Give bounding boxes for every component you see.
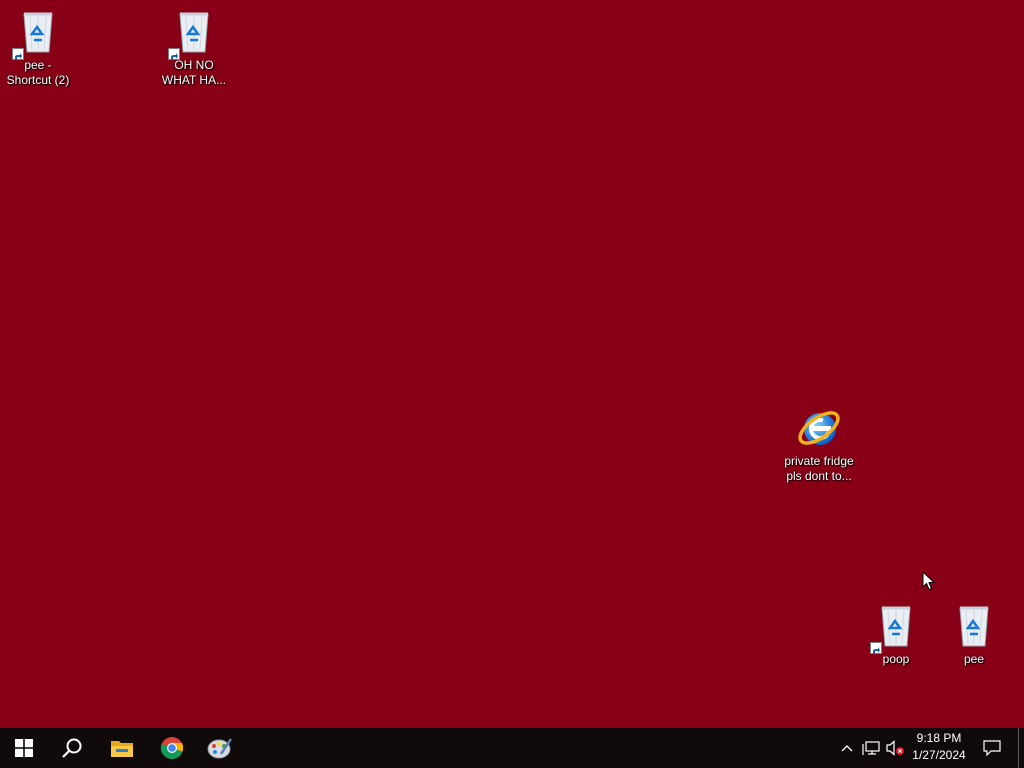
file-explorer-icon [111, 741, 133, 757]
paint-icon [207, 738, 233, 759]
action-center-button[interactable] [980, 728, 1004, 768]
desktop-icon-private-fridge[interactable]: private fridge pls dont to... [781, 404, 857, 484]
start-icon [15, 739, 33, 757]
clock[interactable]: 9:18 PM 1/27/2024 [906, 730, 972, 766]
clock-time: 9:18 PM [916, 731, 962, 745]
search-icon [62, 738, 82, 758]
recycle-bin-icon [950, 602, 998, 650]
start-button[interactable] [0, 728, 48, 768]
chrome-button[interactable] [148, 728, 196, 768]
clock-date: 1/27/2024 [912, 748, 966, 762]
desktop-icon-oh-no[interactable]: OH NO WHAT HA... [156, 8, 232, 88]
network-button[interactable] [860, 728, 882, 768]
notification-icon [983, 740, 1001, 756]
desktop[interactable]: pee - Shortcut (2) OH NO WHAT HA... priv… [0, 0, 1024, 728]
desktop-icon-label: pee - Shortcut (2) [6, 58, 70, 87]
recycle-bin-icon [12, 8, 62, 60]
recycle-bin-icon [168, 8, 218, 60]
chevron-up-icon [841, 745, 853, 752]
desktop-icon-label: poop [882, 652, 910, 666]
chrome-icon [160, 737, 184, 760]
network-icon [862, 741, 880, 755]
search-button[interactable] [48, 728, 96, 768]
mouse-cursor-icon [922, 570, 936, 591]
volume-muted-icon [886, 740, 904, 756]
volume-button[interactable] [884, 728, 906, 768]
desktop-icon-label: OH NO WHAT HA... [161, 58, 227, 87]
desktop-icon-pee[interactable]: pee [936, 602, 1012, 667]
taskbar: 9:18 PM 1/27/2024 [0, 728, 1024, 768]
show-hidden-icons-button[interactable] [838, 728, 856, 768]
desktop-icon-label: private fridge pls dont to... [784, 454, 854, 483]
shortcut-arrow-icon [168, 48, 180, 60]
shortcut-arrow-icon [12, 48, 24, 60]
internet-explorer-icon [795, 404, 843, 452]
file-explorer-button[interactable] [98, 728, 146, 768]
shortcut-arrow-icon [870, 642, 882, 654]
desktop-icon-poop[interactable]: poop [858, 602, 934, 667]
desktop-icon-pee-shortcut-2[interactable]: pee - Shortcut (2) [0, 8, 76, 88]
paint-button[interactable] [196, 728, 244, 768]
recycle-bin-icon [870, 602, 920, 654]
desktop-icon-label: pee [963, 652, 985, 666]
show-desktop-button[interactable] [1018, 728, 1024, 768]
